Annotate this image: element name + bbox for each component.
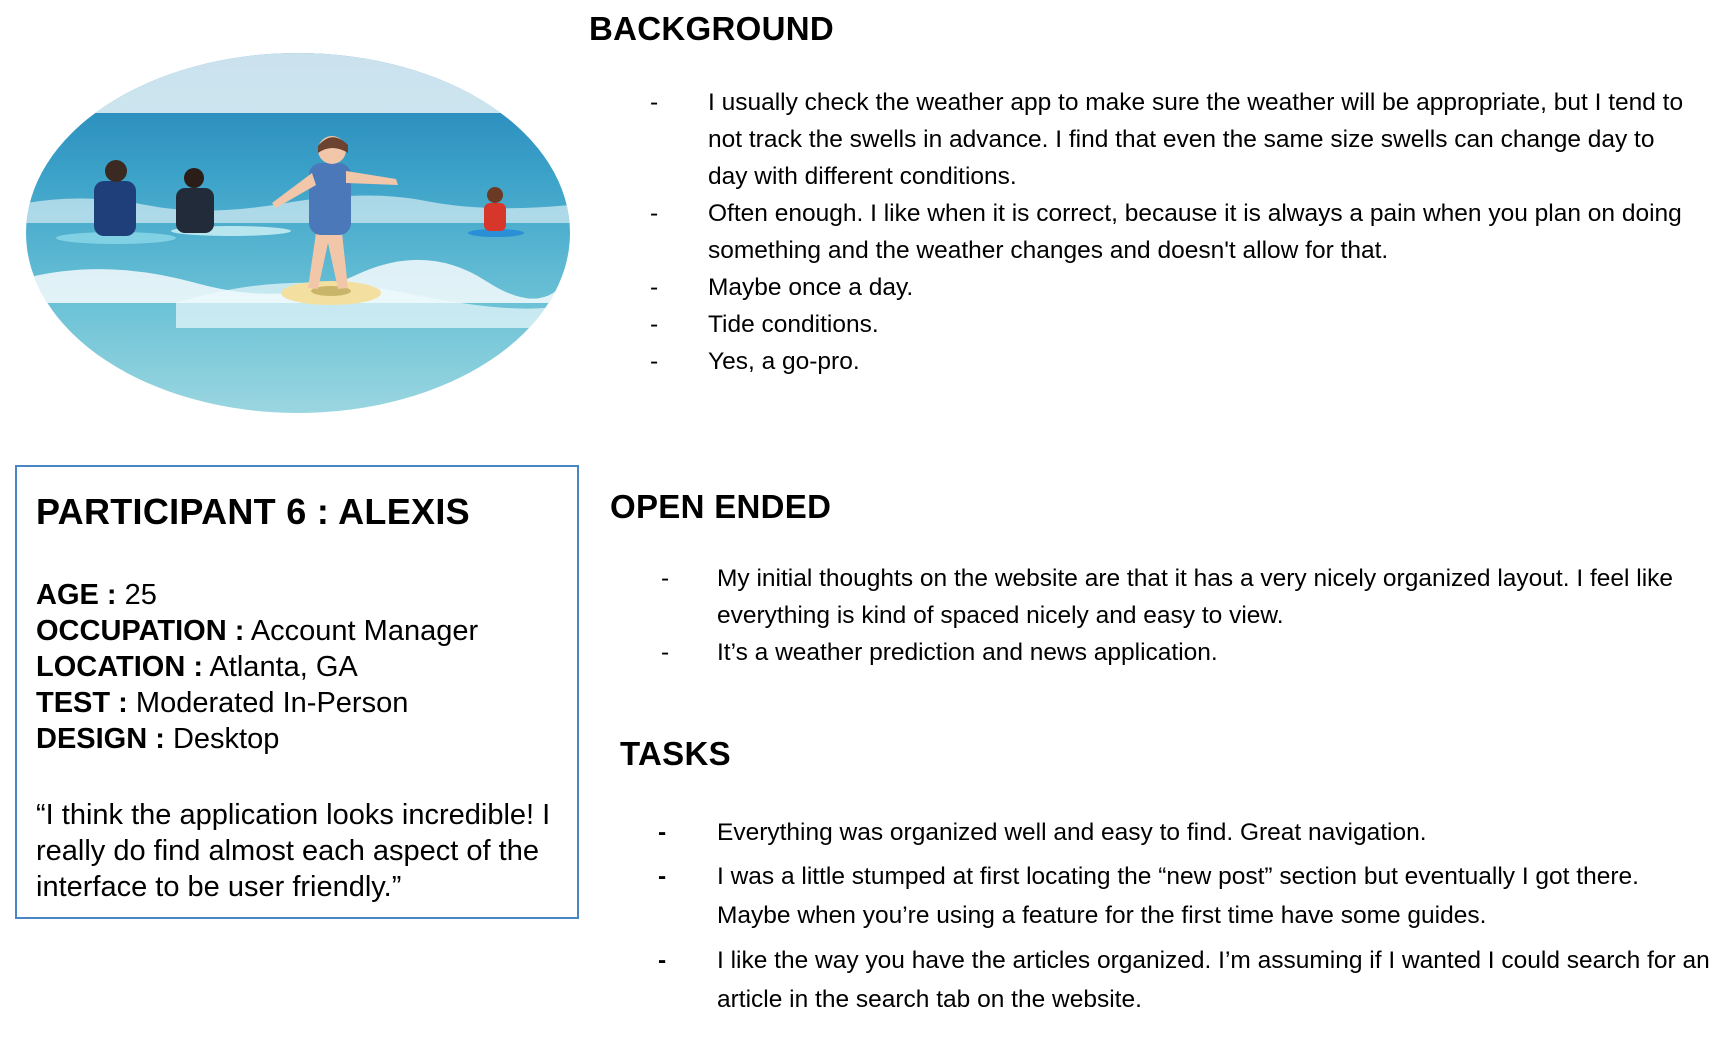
list-item: - I like the way you have the articles or… — [620, 941, 1710, 1019]
background-heading: BACKGROUND — [589, 10, 834, 47]
participant-photo — [26, 53, 570, 413]
list-item: - It’s a weather prediction and news appl… — [610, 634, 1710, 671]
occupation-value: Account Manager — [250, 615, 479, 647]
list-item: - Everything was organized well and easy … — [620, 813, 1710, 852]
tasks-list: - Everything was organized well and easy … — [620, 813, 1710, 1019]
test-value: Moderated In-Person — [135, 687, 409, 719]
tasks-heading: TASKS — [620, 735, 731, 772]
surfing-photo-illustration — [26, 53, 570, 413]
test-row: TEST : Moderated In-Person — [36, 685, 559, 721]
location-value: Atlanta, GA — [209, 651, 358, 683]
bullet-dash: - — [650, 274, 659, 301]
list-item: - Often enough. I like when it is correct… — [589, 195, 1699, 269]
list-item: - Yes, a go-pro. — [589, 343, 1699, 380]
location-label: LOCATION : — [36, 651, 203, 683]
list-item: - I usually check the weather app to make… — [589, 84, 1699, 195]
location-row: LOCATION : Atlanta, GA — [36, 649, 559, 685]
bullet-dash: - — [661, 565, 670, 592]
bullet-dash: - — [661, 639, 670, 666]
list-item: - Maybe once a day. — [589, 269, 1699, 306]
design-value: Desktop — [172, 723, 280, 755]
participant-card: PARTICIPANT 6 : ALEXIS AGE : 25 OCCUPATI… — [15, 465, 579, 919]
background-section: BACKGROUND - I usually check the weather … — [589, 10, 1699, 380]
participant-title: PARTICIPANT 6 : ALEXIS — [36, 491, 470, 532]
bullet-dash: - — [650, 311, 659, 338]
list-item: - My initial thoughts on the website are … — [610, 560, 1710, 634]
list-item: - Tide conditions. — [589, 306, 1699, 343]
test-label: TEST : — [36, 687, 128, 719]
list-item: - I was a little stumped at first locatin… — [620, 857, 1710, 935]
bullet-dash: - — [650, 348, 659, 375]
design-label: DESIGN : — [36, 723, 165, 755]
age-row: AGE : 25 — [36, 577, 559, 613]
list-item-text: I like the way you have the articles org… — [717, 947, 1710, 1013]
occupation-row: OCCUPATION : Account Manager — [36, 613, 559, 649]
occupation-label: OCCUPATION : — [36, 615, 245, 647]
bullet-dash: - — [658, 819, 667, 846]
list-item-text: I was a little stumped at first locating… — [717, 863, 1639, 929]
design-row: DESIGN : Desktop — [36, 721, 559, 757]
participant-quote: “I think the application looks incredibl… — [36, 799, 551, 903]
open-ended-list: - My initial thoughts on the website are … — [610, 560, 1710, 671]
open-ended-section: OPEN ENDED - My initial thoughts on the w… — [610, 488, 1710, 671]
list-item-text: Often enough. I like when it is correct,… — [708, 200, 1682, 264]
list-item-text: Tide conditions. — [708, 311, 879, 338]
age-label: AGE : — [36, 579, 117, 611]
background-list: - I usually check the weather app to make… — [589, 84, 1699, 380]
list-item-text: Everything was organized well and easy t… — [717, 819, 1427, 846]
list-item-text: My initial thoughts on the website are t… — [717, 565, 1674, 629]
bullet-dash: - — [650, 200, 659, 227]
bullet-dash: - — [658, 947, 667, 974]
open-ended-heading: OPEN ENDED — [610, 488, 832, 525]
list-item-text: I usually check the weather app to make … — [708, 89, 1684, 190]
list-item-text: It’s a weather prediction and news appli… — [717, 639, 1218, 666]
tasks-section: TASKS - Everything was organized well and… — [620, 735, 1710, 1025]
bullet-dash: - — [650, 89, 659, 116]
bullet-dash: - — [658, 863, 667, 890]
list-item-text: Yes, a go-pro. — [708, 348, 860, 375]
list-item-text: Maybe once a day. — [708, 274, 914, 301]
age-value: 25 — [124, 579, 157, 611]
